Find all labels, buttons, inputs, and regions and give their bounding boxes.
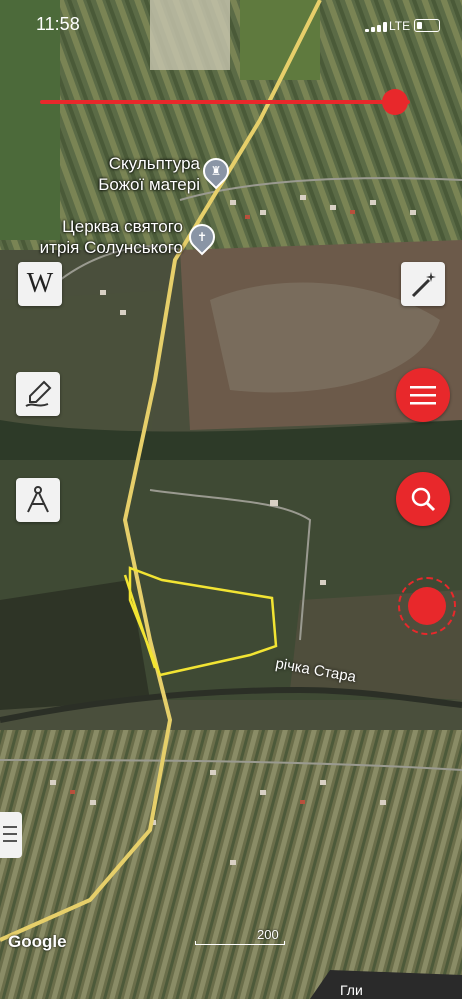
record-icon	[408, 587, 446, 625]
record-button[interactable]	[398, 577, 456, 635]
wikipedia-button[interactable]: W	[18, 262, 62, 306]
poi-label-statue[interactable]: Скульптура Божої матері	[70, 153, 200, 195]
measure-button[interactable]	[16, 478, 60, 522]
poi-church-line2: итрія Солунського	[39, 238, 183, 257]
magic-wand-button[interactable]	[401, 262, 445, 306]
poi-statue-line1: Скульптура	[108, 154, 200, 173]
battery-icon	[414, 19, 440, 32]
road-label: Гли	[340, 982, 363, 998]
magic-wand-icon	[411, 272, 436, 298]
poi-statue-line2: Божої матері	[98, 175, 200, 194]
hamburger-icon	[410, 386, 436, 405]
status-bar: 11:58 LTE	[0, 0, 462, 40]
poi-label-church[interactable]: Церква святого итрія Солунського	[26, 216, 183, 258]
scale-label: 200	[257, 927, 279, 942]
signal-icon	[365, 22, 389, 32]
poi-church-line1: Церква святого	[62, 217, 183, 236]
scale-bar: 200	[195, 927, 285, 945]
wikipedia-icon: W	[26, 268, 54, 299]
side-menu-tab[interactable]	[0, 812, 22, 858]
draw-button[interactable]	[16, 372, 60, 416]
zoom-slider-thumb[interactable]	[382, 89, 409, 115]
pen-drawing-icon	[25, 380, 52, 407]
status-time: 11:58	[36, 14, 80, 34]
zoom-slider-track[interactable]	[40, 100, 410, 104]
satellite-map[interactable]: Гли	[0, 0, 462, 999]
search-button[interactable]	[396, 472, 450, 526]
compass-icon	[27, 486, 49, 513]
network-label: LTE	[389, 19, 411, 33]
google-attribution: Google	[8, 932, 67, 951]
menu-button[interactable]	[396, 368, 450, 422]
search-icon	[411, 487, 436, 512]
